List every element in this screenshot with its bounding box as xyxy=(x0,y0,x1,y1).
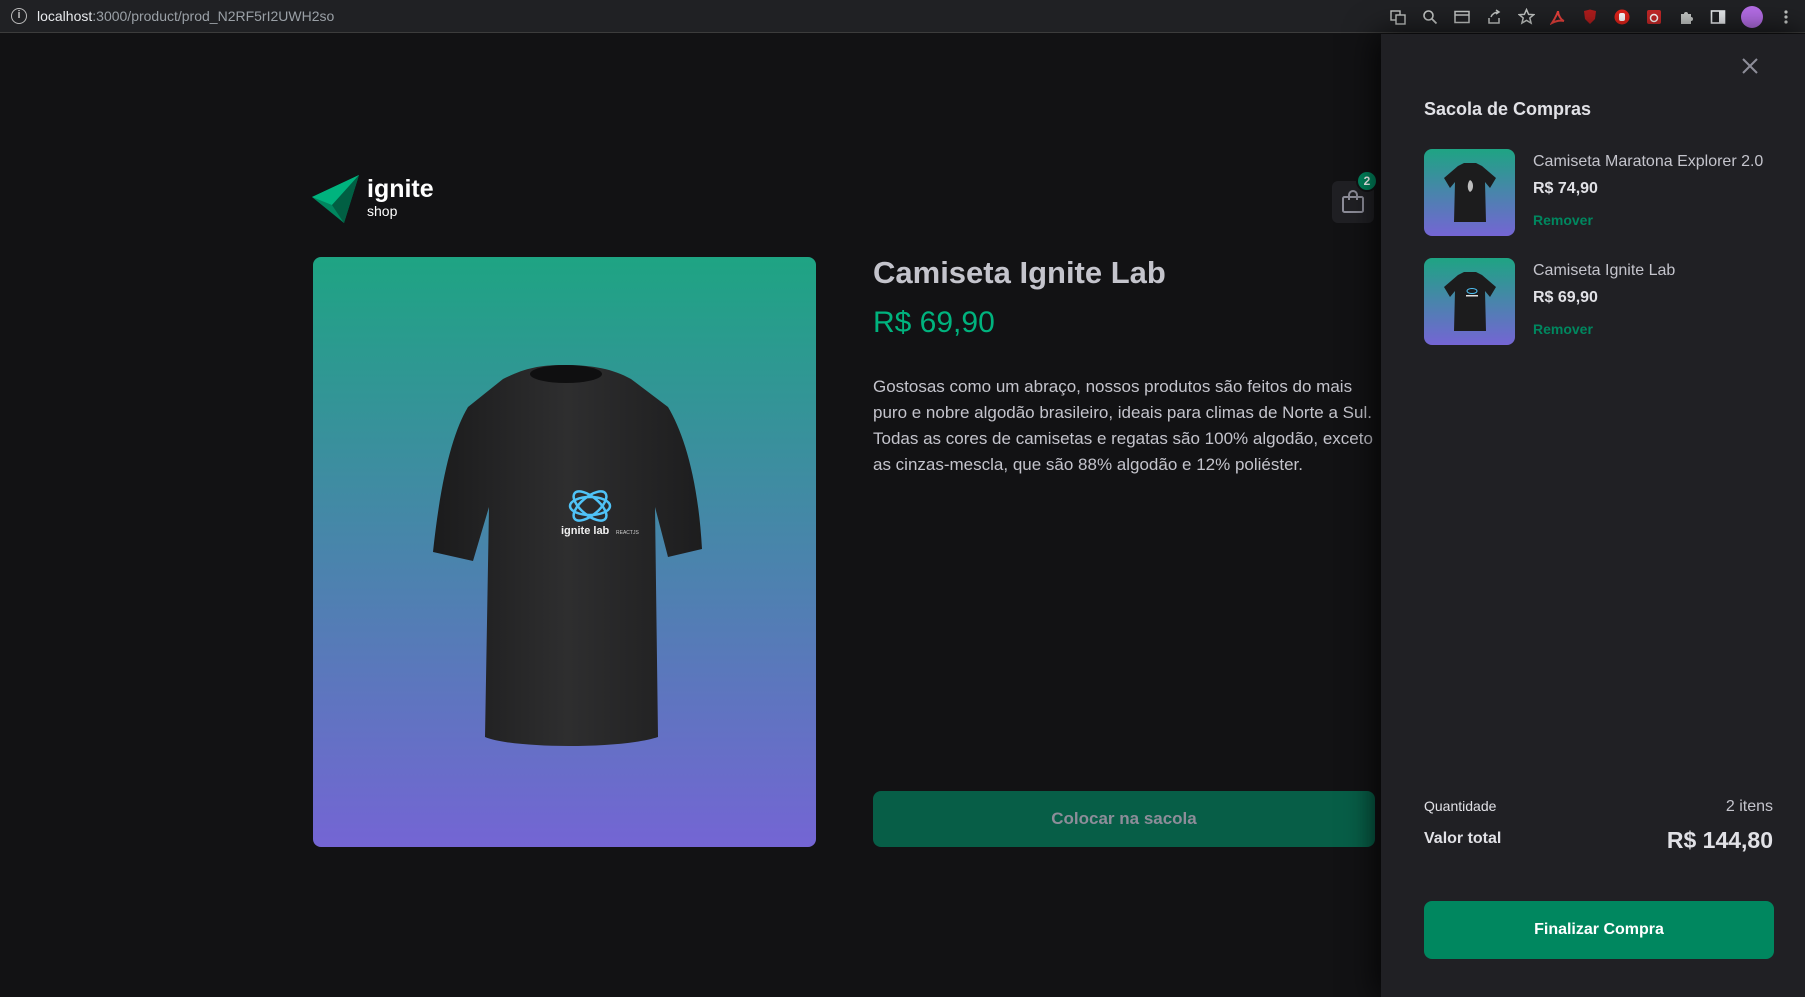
url-text[interactable]: localhost:3000/product/prod_N2RF5rI2UWH2… xyxy=(37,8,334,24)
install-app-icon[interactable] xyxy=(1453,8,1471,26)
bookmark-star-icon[interactable] xyxy=(1517,8,1535,26)
product-description: Gostosas como um abraço, nossos produtos… xyxy=(873,377,1373,474)
product-price: R$ 69,90 xyxy=(873,306,995,339)
close-drawer-button[interactable] xyxy=(1737,53,1763,79)
site-info-icon[interactable]: i xyxy=(11,8,27,24)
cart-item-name: Camiseta Maratona Explorer 2.0 xyxy=(1533,153,1764,170)
bag-count-badge: 2 xyxy=(1356,170,1378,192)
logo-title: ignite xyxy=(367,175,434,203)
cart-title: Sacola de Compras xyxy=(1424,99,1592,119)
zoom-icon[interactable] xyxy=(1421,8,1439,26)
checkout-button[interactable]: Finalizar Compra xyxy=(1424,901,1774,959)
hand-extension-icon[interactable] xyxy=(1613,8,1631,26)
pdf-extension-icon[interactable] xyxy=(1549,8,1567,26)
svg-text:ignite lab: ignite lab xyxy=(561,525,610,537)
shield-extension-icon[interactable] xyxy=(1581,8,1599,26)
remove-item-button[interactable]: Remover xyxy=(1533,212,1593,228)
cart-item-image xyxy=(1424,258,1515,345)
translate-icon[interactable] xyxy=(1389,8,1407,26)
remove-item-button[interactable]: Remover xyxy=(1533,321,1593,337)
logo-icon xyxy=(312,175,359,223)
browser-menu-icon[interactable] xyxy=(1777,8,1795,26)
cart-item-name: Camiseta Ignite Lab xyxy=(1533,262,1676,279)
add-to-bag-button[interactable]: Colocar na sacola xyxy=(873,791,1375,847)
product-page: ignite shop 2 ignite lab REACTJS Camiset… xyxy=(0,34,1381,997)
cart-item-image xyxy=(1424,149,1515,236)
cart-item: Camiseta Maratona Explorer 2.0 R$ 74,90 … xyxy=(1424,149,1784,236)
cart-item-price: R$ 69,90 xyxy=(1533,289,1598,306)
extensions-puzzle-icon[interactable] xyxy=(1677,8,1695,26)
browser-address-bar: i localhost:3000/product/prod_N2RF5rI2UW… xyxy=(0,0,1805,33)
svg-text:REACTJS: REACTJS xyxy=(616,530,639,536)
share-icon[interactable] xyxy=(1485,8,1503,26)
product-image: ignite lab REACTJS xyxy=(313,257,816,847)
profile-avatar-icon[interactable] xyxy=(1741,5,1763,28)
tshirt-thumbnail xyxy=(1443,271,1496,331)
total-label: Valor total xyxy=(1424,830,1502,847)
total-value: R$ 144,80 xyxy=(1666,827,1773,853)
ignite-shop-logo[interactable]: ignite shop xyxy=(312,175,434,223)
shopping-cart-drawer: Sacola de Compras Camiseta Maratona Expl… xyxy=(1381,34,1805,997)
shopping-bag-icon xyxy=(1342,190,1364,213)
camera-extension-icon[interactable] xyxy=(1645,8,1663,26)
product-title: Camiseta Ignite Lab xyxy=(873,255,1166,290)
tshirt-image: ignite lab REACTJS xyxy=(433,365,702,746)
cart-item-price: R$ 74,90 xyxy=(1533,180,1598,197)
quantity-label: Quantidade xyxy=(1424,798,1497,814)
quantity-value: 2 itens xyxy=(1725,798,1773,815)
side-panel-icon[interactable] xyxy=(1709,8,1727,26)
logo-subtitle: shop xyxy=(367,203,398,219)
browser-toolbar-icons xyxy=(1389,0,1795,33)
cart-item: Camiseta Ignite Lab R$ 69,90 Remover xyxy=(1424,258,1784,345)
close-icon xyxy=(1742,58,1758,74)
tshirt-thumbnail xyxy=(1443,162,1496,222)
